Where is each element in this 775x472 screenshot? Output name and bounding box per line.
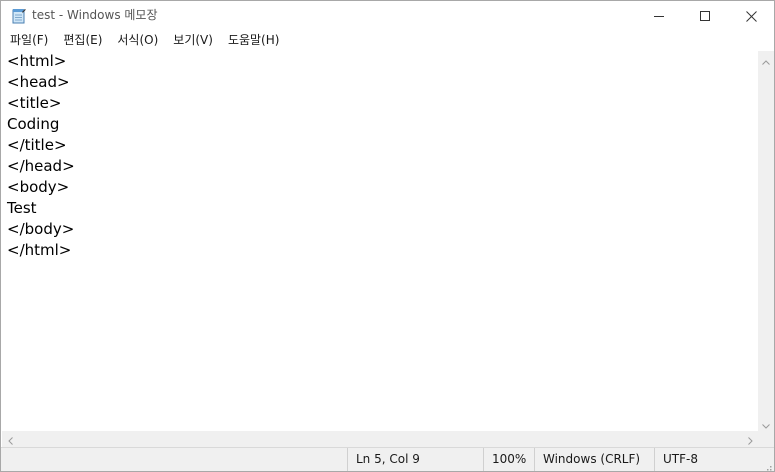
status-cursor-position: Ln 5, Col 9 [347,448,483,471]
horizontal-scrollbar[interactable] [2,431,758,447]
status-bar: Ln 5, Col 9 100% Windows (CRLF) UTF-8 [1,447,774,471]
close-button[interactable] [728,1,774,31]
minimize-button[interactable] [636,1,682,31]
editor-line: Test [7,199,37,217]
status-encoding: UTF-8 [654,448,774,471]
editor-line: Coding [7,115,60,133]
text-editor[interactable]: <html> <head> <title> Coding </title> </… [2,51,758,431]
title-bar[interactable]: test - Windows 메모장 [1,1,774,31]
vertical-scrollbar[interactable] [758,51,774,431]
menu-view[interactable]: 보기(V) [164,31,213,50]
scroll-right-button[interactable] [742,431,758,447]
menu-file[interactable]: 파일(F) [1,31,48,50]
editor-line: </html> [7,241,72,259]
chevron-down-icon [762,414,770,433]
maximize-button[interactable] [682,1,728,31]
resize-grip-icon[interactable] [762,459,772,471]
chevron-right-icon [747,430,753,449]
menu-help[interactable]: 도움말(H) [219,31,280,50]
editor-line: <body> [7,178,70,196]
scroll-left-button[interactable] [2,431,18,447]
chevron-left-icon [7,430,13,449]
status-line-ending: Windows (CRLF) [534,448,654,471]
notepad-icon[interactable] [12,8,26,24]
editor-line: </body> [7,220,75,238]
scroll-down-button[interactable] [758,415,774,431]
editor-line: <title> [7,94,62,112]
editor-line: <html> [7,52,67,70]
status-zoom-level: 100% [483,448,534,471]
editor-line: <head> [7,73,70,91]
minimize-icon [654,11,664,21]
window-title: test - Windows 메모장 [32,8,158,22]
editor-line: </head> [7,157,75,175]
editor-line: </title> [7,136,67,154]
maximize-icon [700,11,710,21]
menu-edit[interactable]: 편집(E) [54,31,102,50]
menu-bar: 파일(F) 편집(E) 서식(O) 보기(V) 도움말(H) [1,31,774,50]
chevron-up-icon [762,50,770,69]
scroll-up-button[interactable] [758,51,774,67]
close-icon [745,10,757,22]
scrollbar-corner [758,431,774,447]
menu-format[interactable]: 서식(O) [108,31,158,50]
notepad-window: test - Windows 메모장 파일(F) 편집(E) 서식(O) 보기(… [0,0,775,472]
